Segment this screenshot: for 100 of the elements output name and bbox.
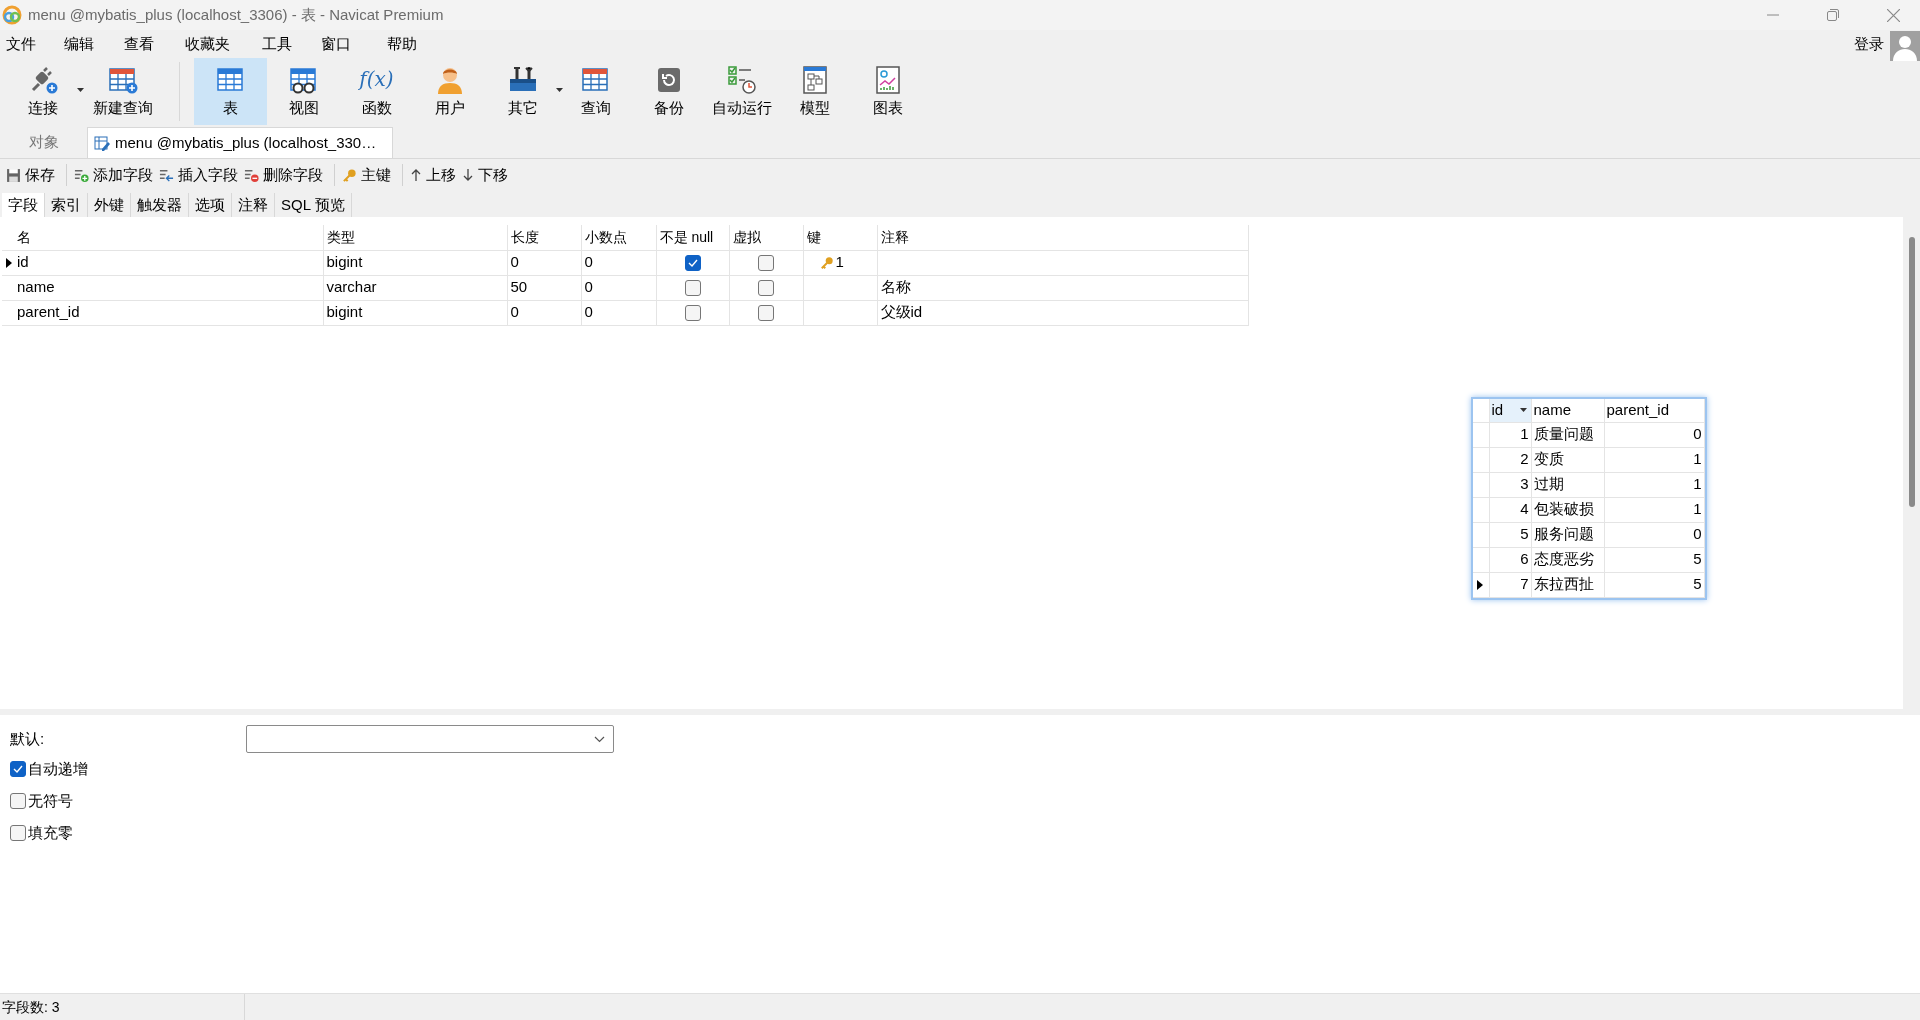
- table-cell: bigint: [326, 303, 363, 321]
- table-cell: 服务问题: [1533, 525, 1594, 543]
- table-cell: 5: [1520, 525, 1529, 543]
- table-cell: 变质: [1533, 450, 1564, 468]
- delete-field-icon: [244, 167, 259, 183]
- avatar-icon[interactable]: [1890, 31, 1920, 61]
- column-header[interactable]: 长度: [507, 225, 581, 250]
- column-header[interactable]: 键: [803, 225, 877, 250]
- checkbox[interactable]: [758, 280, 774, 297]
- column-header[interactable]: 类型: [323, 225, 507, 250]
- restore-icon[interactable]: [1827, 9, 1839, 21]
- row-pointer-icon: [6, 257, 12, 268]
- checkbox[interactable]: [684, 255, 701, 272]
- chevron-down-icon: [594, 735, 605, 743]
- checkbox[interactable]: [10, 761, 26, 777]
- save-icon: [6, 167, 21, 183]
- checkbox-label[interactable]: 填充零: [28, 821, 73, 845]
- app-logo-icon: [2, 5, 22, 25]
- tab[interactable]: menu @mybatis_plus (localhost_330…: [87, 127, 393, 158]
- table-cell: 50: [510, 278, 528, 296]
- toolbar-button[interactable]: 新建查询: [80, 58, 165, 125]
- toolbar-button[interactable]: 添加字段: [73, 162, 154, 188]
- add-field-icon: [74, 167, 89, 183]
- login-link[interactable]: 登录: [1854, 32, 1884, 56]
- toolbar-button[interactable]: 上移: [409, 162, 457, 188]
- default-dropdown[interactable]: [246, 725, 614, 753]
- toolbar-button[interactable]: 其它: [486, 58, 559, 125]
- toolbar-button[interactable]: 主键: [341, 162, 392, 188]
- checkbox-label[interactable]: 无符号: [28, 789, 73, 813]
- toolbar-button[interactable]: 自动运行: [705, 58, 778, 125]
- table-cell: 5: [1693, 575, 1702, 593]
- menu-item[interactable]: 文件: [0, 32, 58, 56]
- column-header[interactable]: 注释: [877, 225, 1248, 250]
- table-cell: 包装破损: [1533, 500, 1594, 518]
- dropdown-caret-icon[interactable]: [556, 88, 563, 92]
- table-cell: 名称: [880, 278, 911, 296]
- checkbox[interactable]: [684, 305, 701, 322]
- checkbox[interactable]: [10, 825, 26, 841]
- tab[interactable]: 对象: [0, 127, 87, 158]
- close-icon[interactable]: [1887, 8, 1900, 22]
- table-cell: 1: [1693, 500, 1702, 518]
- checkbox[interactable]: [758, 305, 774, 322]
- table-cell: 东拉西扯: [1533, 575, 1594, 593]
- toolbar-button[interactable]: 表: [194, 58, 267, 125]
- toolbar-button[interactable]: f(x) 函数: [340, 58, 413, 125]
- table-cell: bigint: [326, 253, 363, 271]
- table-cell: 2: [1520, 450, 1529, 468]
- default-label: 默认:: [10, 728, 46, 749]
- column-header[interactable]: 不是 null: [656, 225, 729, 250]
- table-cell: 1: [1520, 425, 1529, 443]
- toolbar-button[interactable]: 下移: [461, 162, 509, 188]
- scrollbar-thumb[interactable]: [1908, 237, 1915, 507]
- toolbar-button[interactable]: 模型: [778, 58, 851, 125]
- toolbar-button[interactable]: 用户: [413, 58, 486, 125]
- checkmark-icon: [687, 259, 698, 268]
- dropdown-caret-icon[interactable]: [77, 88, 84, 92]
- checkbox[interactable]: [10, 793, 26, 809]
- menu-item[interactable]: 收藏夹: [179, 32, 256, 56]
- column-header[interactable]: 小数点: [581, 225, 656, 250]
- table-cell: 态度恶劣: [1533, 550, 1594, 568]
- column-header[interactable]: name: [1531, 399, 1604, 422]
- table-cell: 4: [1520, 500, 1529, 518]
- table-cell: 质量问题: [1533, 425, 1594, 443]
- menu-item[interactable]: 编辑: [58, 32, 118, 56]
- toolbar-button[interactable]: 查询: [559, 58, 632, 125]
- window-title: menu @mybatis_plus (localhost_3306) - 表 - Navicat Premium: [28, 4, 444, 25]
- arrow-up-icon: [410, 168, 422, 182]
- toolbar-button[interactable]: 图表: [851, 58, 924, 125]
- table-cell: 1: [1693, 475, 1702, 493]
- column-header[interactable]: id: [1489, 399, 1531, 422]
- tab[interactable]: 字段: [2, 193, 45, 217]
- menu-item[interactable]: 查看: [118, 32, 179, 56]
- toolbar-button[interactable]: 视图: [267, 58, 340, 125]
- toolbar-button[interactable]: 插入字段: [158, 162, 239, 188]
- table-cell: 3: [1520, 475, 1529, 493]
- insert-field-icon: [159, 167, 174, 183]
- table-cell: 父级id: [880, 303, 923, 321]
- checkbox-label[interactable]: 自动递增: [28, 757, 88, 781]
- column-header[interactable]: parent_id: [1604, 399, 1704, 422]
- column-header[interactable]: 名: [14, 225, 323, 250]
- table-cell: 5: [1693, 550, 1702, 568]
- menu-item[interactable]: 工具: [256, 32, 315, 56]
- table-cell: 0: [584, 278, 593, 296]
- menu-item[interactable]: 窗口: [315, 32, 381, 56]
- toolbar-button[interactable]: 删除字段: [243, 162, 324, 188]
- toolbar-button[interactable]: 连接: [5, 58, 80, 125]
- toolbar-button[interactable]: 保存: [5, 162, 56, 188]
- menu-item[interactable]: 帮助: [381, 32, 441, 56]
- table-cell: varchar: [326, 278, 377, 296]
- checkbox[interactable]: [758, 255, 774, 272]
- table-cell: 过期: [1533, 475, 1564, 493]
- table-cell: 0: [584, 253, 593, 271]
- key-icon: [342, 167, 357, 183]
- table-cell: 0: [1693, 425, 1702, 443]
- status-text: 字段数: 3: [1, 997, 60, 1017]
- table-cell: 0: [510, 303, 519, 321]
- toolbar-button[interactable]: 备份: [632, 58, 705, 125]
- checkmark-icon: [13, 765, 23, 773]
- column-header[interactable]: 虚拟: [729, 225, 803, 250]
- checkbox[interactable]: [684, 280, 701, 297]
